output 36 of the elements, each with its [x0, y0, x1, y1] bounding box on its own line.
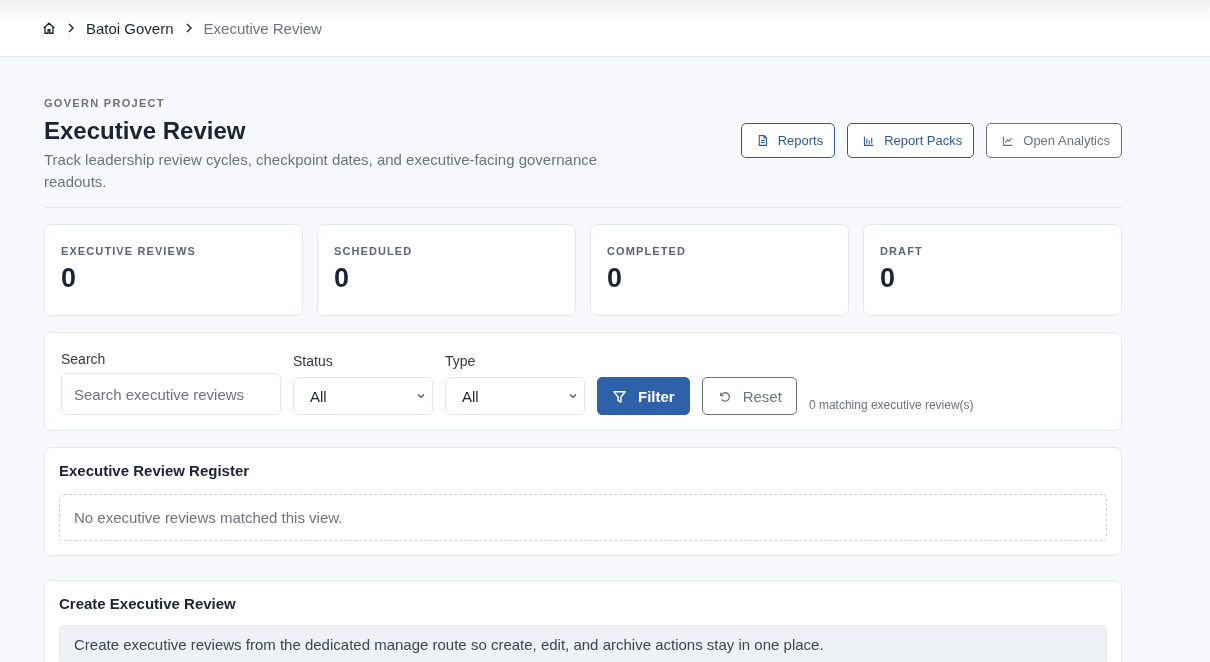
filter-button[interactable]: Filter	[597, 377, 690, 415]
result-count: 0 matching executive review(s)	[808, 398, 974, 412]
stat-label: SCHEDULED	[334, 245, 413, 257]
line-chart-icon	[1001, 134, 1015, 147]
action-button[interactable]: Reports	[740, 123, 836, 158]
page-title: Executive Review	[44, 117, 247, 145]
stat-label: COMPLETED	[607, 245, 686, 257]
chevron-down-icon	[416, 391, 426, 401]
page-description: Track leadership review cycles, checkpoint dates, and executive-facing governance readouts.	[44, 150, 599, 192]
empty-message: No executive reviews matched this view.	[59, 494, 1107, 541]
stat-value: 0	[61, 263, 77, 294]
filter-icon	[612, 388, 627, 404]
home-icon[interactable]	[42, 21, 56, 35]
chevron-icon	[66, 23, 76, 33]
field-label: Type	[445, 353, 477, 369]
stat-label: DRAFT	[880, 245, 923, 257]
field-label: Status	[293, 353, 334, 369]
select-field[interactable]: All	[293, 377, 433, 415]
field-label: Search	[61, 351, 107, 367]
reset-button[interactable]: Reset	[701, 377, 797, 415]
bar-chart-icon	[862, 134, 876, 147]
action-button[interactable]: Open Analytics	[986, 123, 1122, 158]
stat-label: EXECUTIVE REVIEWS	[61, 245, 196, 257]
breadcrumb-link[interactable]: Batoi Govern	[86, 19, 174, 37]
section-eyebrow: GOVERN PROJECT	[44, 97, 165, 109]
stat-value: 0	[334, 263, 350, 294]
card-title: Create Executive Review	[58, 594, 237, 612]
info-note: Create executive reviews from the dedicated manage route so create, edit, and archive actions stay in one place.	[59, 625, 1107, 662]
select-field[interactable]: All	[445, 377, 585, 415]
breadcrumb-current: Executive Review	[203, 19, 322, 37]
action-button[interactable]: Report Packs	[847, 123, 975, 158]
search-field[interactable]: Search executive reviews	[61, 373, 281, 415]
chevron-down-icon	[568, 391, 578, 401]
card-title: Executive Review Register	[58, 461, 251, 479]
stat-value: 0	[880, 263, 896, 294]
stat-value: 0	[607, 263, 623, 294]
